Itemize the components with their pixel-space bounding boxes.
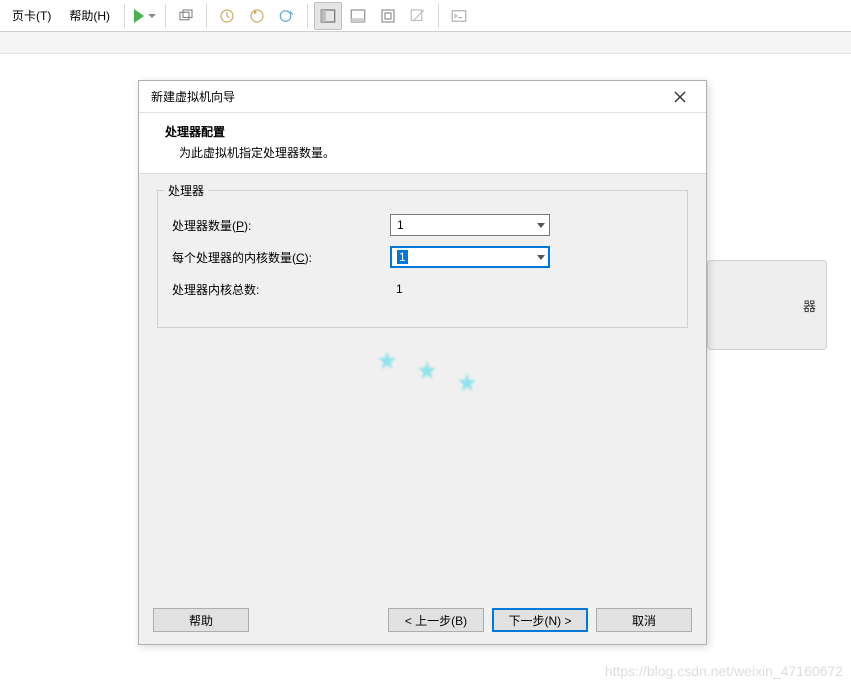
blog-watermark: https://blog.csdn.net/weixin_47160672 — [605, 663, 843, 679]
watermark-decoration — [374, 349, 464, 375]
clock-button[interactable] — [213, 2, 241, 30]
clock-manage-button[interactable] — [273, 2, 301, 30]
help-button[interactable]: 帮助 — [153, 608, 249, 632]
run-button[interactable] — [131, 2, 159, 30]
clock-forward-icon — [248, 7, 266, 25]
dialog-header: 处理器配置 为此虚拟机指定处理器数量。 — [139, 113, 706, 174]
row-total-cores: 处理器内核总数: 1 — [172, 277, 673, 301]
row-processor-count: 处理器数量(P): 1 — [172, 213, 673, 237]
back-button[interactable]: < 上一步(B) — [388, 608, 484, 632]
bg-label: 器 — [803, 296, 816, 315]
star-icon — [414, 359, 440, 385]
unity-icon — [409, 7, 427, 25]
chevron-down-icon — [537, 255, 545, 260]
console-icon — [450, 7, 468, 25]
combo-processor-value: 1 — [397, 218, 404, 232]
menu-tab[interactable]: 页卡(T) — [4, 3, 59, 28]
processors-group: 处理器 处理器数量(P): 1 每个处理器的内核数量(C): 1 — [157, 190, 688, 328]
clock-icon — [218, 7, 236, 25]
view-fullscreen-button[interactable] — [374, 2, 402, 30]
wizard-dialog: 新建虚拟机向导 处理器配置 为此虚拟机指定处理器数量。 处理器 处理器数量(P)… — [138, 80, 707, 645]
dropdown-icon — [148, 14, 156, 18]
layers-icon — [177, 7, 195, 25]
cancel-button[interactable]: 取消 — [596, 608, 692, 632]
dialog-titlebar: 新建虚拟机向导 — [139, 81, 706, 113]
snapshot-button[interactable] — [172, 2, 200, 30]
close-icon — [674, 91, 686, 103]
clock-forward-button[interactable] — [243, 2, 271, 30]
star-icon — [454, 371, 480, 397]
dialog-title: 新建虚拟机向导 — [151, 88, 235, 105]
star-icon — [374, 349, 400, 375]
fullscreen-icon — [379, 7, 397, 25]
view-split-bottom-button[interactable] — [344, 2, 372, 30]
dialog-subheading: 为此虚拟机指定处理器数量。 — [165, 144, 688, 161]
dialog-footer: 帮助 < 上一步(B) 下一步(N) > 取消 — [139, 596, 706, 644]
combo-processor-count[interactable]: 1 — [390, 214, 550, 236]
main-toolbar: 页卡(T) 帮助(H) — [0, 0, 851, 32]
background-panel: 器 — [707, 260, 827, 350]
chevron-down-icon — [537, 223, 545, 228]
label-processor-count: 处理器数量(P): — [172, 217, 390, 234]
view-split-left-button[interactable] — [314, 2, 342, 30]
row-core-count: 每个处理器的内核数量(C): 1 — [172, 245, 673, 269]
dialog-heading: 处理器配置 — [165, 123, 688, 140]
label-core-count: 每个处理器的内核数量(C): — [172, 249, 390, 266]
secondary-bar — [0, 32, 851, 54]
split-left-icon — [319, 7, 337, 25]
combo-core-value: 1 — [397, 250, 408, 264]
menu-help[interactable]: 帮助(H) — [61, 3, 118, 28]
label-total-cores: 处理器内核总数: — [172, 281, 390, 298]
value-total-cores: 1 — [390, 282, 403, 296]
next-button[interactable]: 下一步(N) > — [492, 608, 588, 632]
console-button[interactable] — [445, 2, 473, 30]
play-icon — [134, 9, 144, 23]
split-bottom-icon — [349, 7, 367, 25]
combo-core-count[interactable]: 1 — [390, 246, 550, 268]
clock-manage-icon — [278, 7, 296, 25]
dialog-body: 处理器 处理器数量(P): 1 每个处理器的内核数量(C): 1 — [139, 174, 706, 338]
view-unity-button[interactable] — [404, 2, 432, 30]
close-button[interactable] — [666, 83, 694, 111]
group-title: 处理器 — [164, 182, 208, 199]
